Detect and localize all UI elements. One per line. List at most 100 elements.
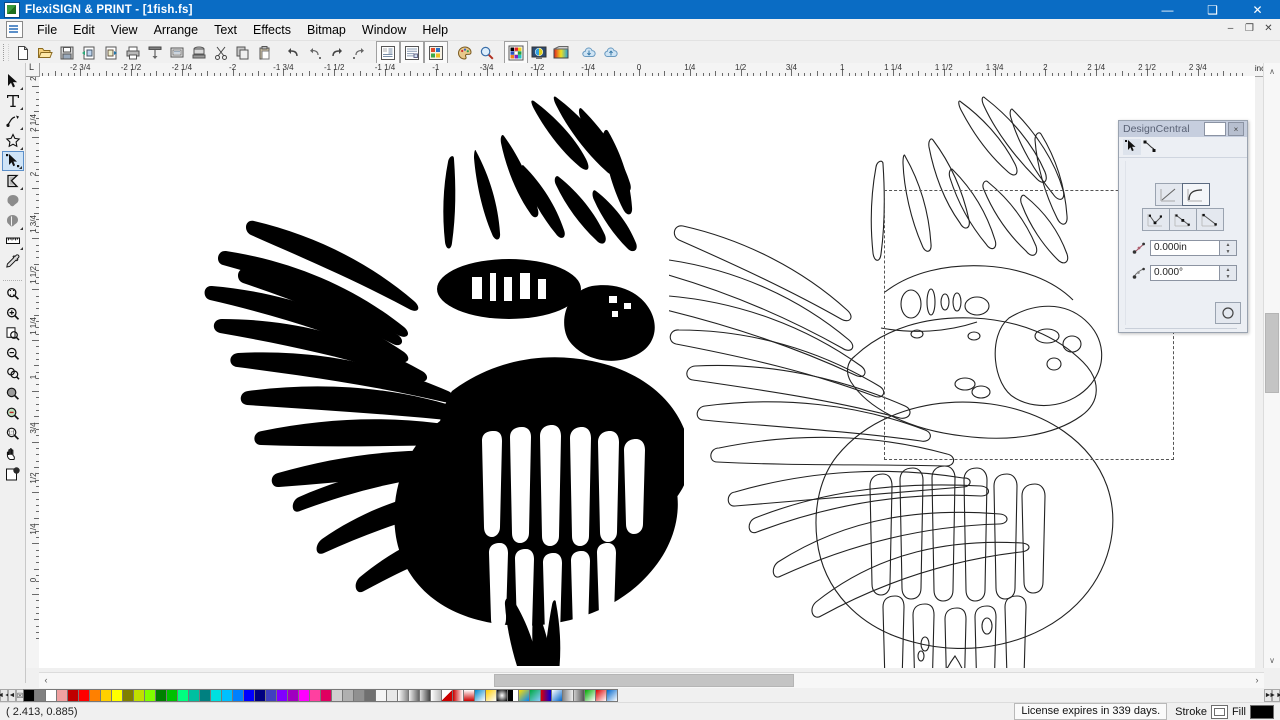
node-length-spinner[interactable]: ▲▼	[1220, 240, 1237, 256]
cloud-up-icon[interactable]	[600, 42, 622, 63]
gradient-icon[interactable]	[550, 42, 572, 63]
ruler-origin-button[interactable]	[26, 63, 40, 77]
import-icon[interactable]	[78, 42, 100, 63]
node-edit-tool[interactable]	[2, 151, 24, 171]
menu-view[interactable]: View	[103, 21, 146, 39]
contour-tool[interactable]	[2, 171, 24, 191]
rip-print-icon[interactable]	[166, 42, 188, 63]
mdi-restore-button[interactable]: ❐	[1240, 20, 1259, 37]
scroll-up-button[interactable]: ∧	[1264, 63, 1280, 79]
zoom-in-tool[interactable]	[2, 304, 24, 324]
new-icon[interactable]	[12, 42, 34, 63]
menu-bitmap[interactable]: Bitmap	[299, 21, 354, 39]
undo-icon[interactable]	[282, 42, 304, 63]
vertical-scrollbar[interactable]: ∧ ∨	[1263, 63, 1280, 668]
menu-window[interactable]: Window	[354, 21, 414, 39]
fish-bitmap[interactable]	[204, 91, 684, 666]
tab-node-path[interactable]	[1141, 139, 1159, 155]
tab-node-arrow[interactable]	[1123, 139, 1141, 155]
window-close-button[interactable]: ✕	[1235, 0, 1280, 19]
curve-segment-button[interactable]	[1182, 183, 1210, 206]
palette-prev-button[interactable]: ◄	[8, 689, 16, 702]
color-swatch[interactable]	[606, 689, 618, 702]
open-icon[interactable]	[34, 42, 56, 63]
zoom-object-tool[interactable]	[2, 384, 24, 404]
design-central-icon[interactable]	[376, 41, 400, 64]
production-icon[interactable]	[188, 42, 210, 63]
node-angle-spinner[interactable]: ▲▼	[1220, 265, 1237, 281]
vertical-ruler[interactable]: 2 1/22 1/421 3/41 1/21 1/413/41/21/40	[26, 76, 40, 668]
select-tool[interactable]	[2, 71, 24, 91]
print-icon[interactable]	[122, 42, 144, 63]
toolbar-grip[interactable]	[3, 44, 9, 61]
window-maximize-button[interactable]: ❑	[1190, 0, 1235, 19]
symmetric-node-button[interactable]	[1196, 208, 1224, 231]
vertical-scroll-thumb[interactable]	[1265, 313, 1279, 393]
horizontal-ruler[interactable]: inches -3-2 3/4-2 1/2-2 1/4-2-1 3/4-1 1/…	[26, 63, 1280, 77]
copy-icon[interactable]	[232, 42, 254, 63]
menu-edit[interactable]: Edit	[65, 21, 103, 39]
shape-tool[interactable]	[2, 131, 24, 151]
stroke-swatch[interactable]	[1211, 705, 1228, 719]
cloud-down-icon[interactable]	[578, 42, 600, 63]
line-segment-button[interactable]	[1155, 183, 1183, 206]
palette-first-button[interactable]: ◄◄	[0, 689, 8, 702]
easy-color-icon[interactable]	[424, 41, 448, 64]
horizontal-scroll-thumb[interactable]	[494, 674, 794, 687]
mdi-minimize-button[interactable]: –	[1221, 20, 1240, 37]
scroll-left-button[interactable]: ‹	[39, 673, 53, 687]
menu-file[interactable]: File	[29, 21, 65, 39]
zoom-out-tool[interactable]	[2, 344, 24, 364]
text-tool[interactable]	[2, 91, 24, 111]
menu-effects[interactable]: Effects	[245, 21, 299, 39]
node-angle-field[interactable]: 0.000°	[1150, 265, 1220, 281]
horizontal-scrollbar[interactable]: ‹ ›	[39, 672, 1264, 688]
close-icon[interactable]: ×	[1228, 122, 1244, 136]
redo-icon[interactable]	[326, 42, 348, 63]
rollup-icon[interactable]	[1204, 122, 1226, 136]
fill-stroke-tool[interactable]	[2, 464, 24, 484]
node-length-field[interactable]: 0.000in	[1150, 240, 1220, 256]
scroll-down-button[interactable]: ∨	[1264, 652, 1280, 668]
mdi-close-button[interactable]: ✕	[1259, 20, 1278, 37]
zoom-tool-icon[interactable]	[476, 42, 498, 63]
cut-contour-icon[interactable]	[144, 42, 166, 63]
zoom-page-tool[interactable]	[2, 324, 24, 344]
measure-tool[interactable]	[2, 231, 24, 251]
cusp-node-button[interactable]	[1142, 208, 1170, 231]
design-canvas[interactable]	[39, 76, 1255, 668]
scroll-right-button[interactable]: ›	[1250, 673, 1264, 687]
zoom-all-tool[interactable]	[2, 364, 24, 384]
menu-help[interactable]: Help	[414, 21, 456, 39]
ruler-label: 1 1/2	[935, 63, 953, 72]
weld-tool[interactable]	[2, 211, 24, 231]
design-central-panel[interactable]: DesignCentral ×	[1118, 120, 1248, 333]
menu-text[interactable]: Text	[206, 21, 245, 39]
color-specs-icon[interactable]	[528, 42, 550, 63]
design-editor-icon[interactable]	[400, 41, 424, 64]
export-icon[interactable]	[100, 42, 122, 63]
save-icon[interactable]	[56, 42, 78, 63]
shadow-tool[interactable]	[2, 191, 24, 211]
color-palette-icon[interactable]	[504, 41, 528, 64]
palette-last-button[interactable]: ►►	[1272, 689, 1280, 702]
bezier-tool[interactable]	[2, 111, 24, 131]
color-mixer-icon[interactable]	[454, 42, 476, 63]
zoom-preview-tool[interactable]	[2, 404, 24, 424]
pan-tool[interactable]	[2, 444, 24, 464]
zoom-selection-tool[interactable]	[2, 284, 24, 304]
redo-list-icon[interactable]	[348, 42, 370, 63]
fill-swatch[interactable]	[1250, 705, 1274, 719]
paste-icon[interactable]	[254, 42, 276, 63]
undo-list-icon[interactable]	[304, 42, 326, 63]
ruler-major-tick	[32, 492, 39, 493]
menu-arrange[interactable]: Arrange	[146, 21, 206, 39]
smooth-node-button[interactable]	[1169, 208, 1197, 231]
eyedropper-tool[interactable]	[2, 251, 24, 271]
color-palette[interactable]: ◄◄ ◄ ☒ ► ►►	[0, 688, 1280, 703]
scissors-icon[interactable]	[210, 42, 232, 63]
apply-button[interactable]	[1215, 302, 1241, 324]
window-minimize-button[interactable]: —	[1145, 0, 1190, 19]
design-central-title-bar[interactable]: DesignCentral ×	[1119, 121, 1247, 137]
zoom-fit-tool[interactable]: 1:1	[2, 424, 24, 444]
